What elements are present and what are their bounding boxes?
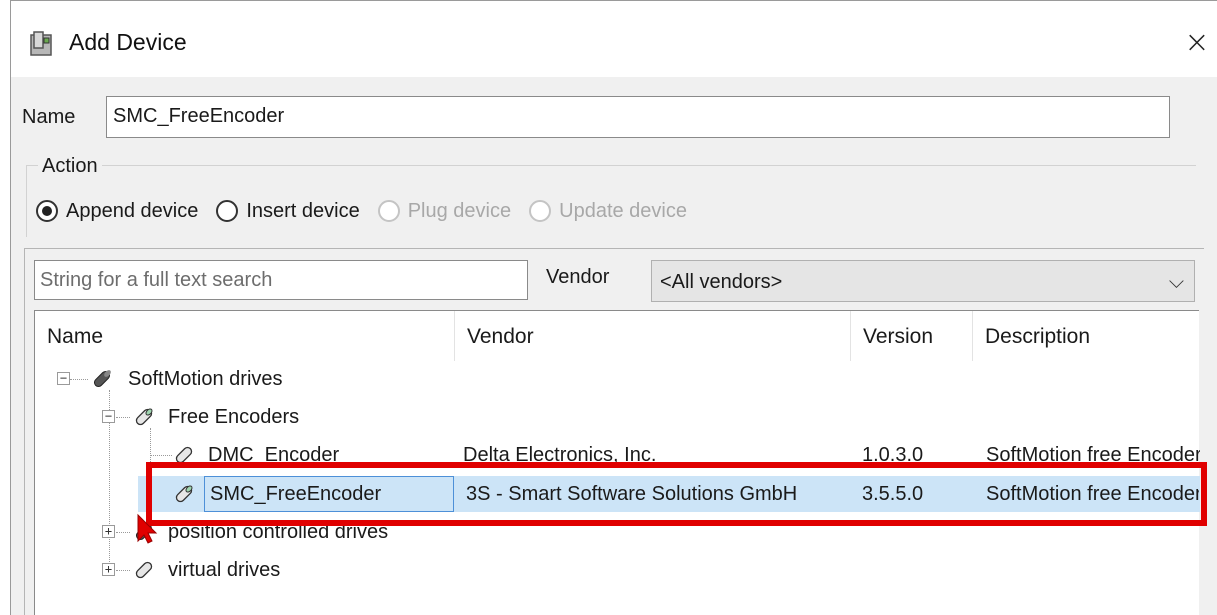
- window-title: Add Device: [69, 29, 187, 55]
- version-cell: 1.0.3.0: [862, 444, 924, 462]
- highlight-annotation: [146, 462, 1207, 526]
- radio-label: Insert device: [246, 199, 360, 222]
- tree-item-dmc-encoder[interactable]: DMC_Encoder Delta Electronics, Inc. 1.0.…: [0, 440, 1200, 462]
- radio-append-device[interactable]: Append device: [36, 200, 198, 223]
- tree-line: [116, 417, 130, 418]
- drive-icon: [135, 561, 153, 579]
- radio-button: [377, 200, 400, 222]
- encoder-icon: [135, 408, 153, 426]
- title-bar: Add Device ×: [11, 1, 1217, 77]
- vendor-select[interactable]: <All vendors> ⌵: [651, 260, 1195, 302]
- collapse-icon[interactable]: −: [57, 372, 70, 385]
- expand-icon[interactable]: +: [102, 525, 115, 538]
- radio-button: [529, 200, 552, 222]
- tree-item-label: virtual drives: [168, 559, 281, 581]
- radio-update-device: Update device: [529, 200, 687, 223]
- radio-label: Plug device: [407, 199, 512, 222]
- collapse-icon[interactable]: −: [102, 410, 115, 423]
- radio-button[interactable]: [36, 200, 58, 222]
- name-label: Name: [22, 106, 76, 128]
- radio-insert-device[interactable]: Insert device: [216, 199, 360, 223]
- column-header-version[interactable]: Version: [851, 311, 973, 361]
- expand-icon[interactable]: +: [102, 563, 115, 576]
- tree-item-label: SoftMotion drives: [128, 368, 283, 390]
- radio-label: Append device: [66, 199, 199, 222]
- vendor-cell: Delta Electronics, Inc.: [463, 444, 657, 462]
- name-input[interactable]: SMC_FreeEncoder: [106, 96, 1170, 138]
- search-input[interactable]: String for a full text search: [34, 260, 528, 300]
- action-radio-group: Append device Insert device Plug device …: [36, 196, 705, 226]
- add-device-icon: [30, 31, 52, 56]
- column-header-description[interactable]: Description: [973, 311, 1200, 361]
- tree-line: [70, 379, 88, 380]
- tree-line: [116, 532, 130, 533]
- tree-item-label: DMC_Encoder: [208, 444, 340, 462]
- column-header-name[interactable]: Name: [35, 311, 455, 361]
- column-header-vendor[interactable]: Vendor: [455, 311, 851, 361]
- chevron-down-icon[interactable]: ⌵: [1169, 269, 1184, 293]
- drive-icon: [93, 370, 111, 388]
- vendor-label: Vendor: [546, 266, 610, 288]
- tree-line: [116, 570, 130, 571]
- tree-item-label: Free Encoders: [168, 406, 300, 428]
- close-icon[interactable]: ×: [1177, 23, 1217, 63]
- vendor-selected-value: <All vendors>: [660, 271, 783, 293]
- encoder-icon: [175, 446, 193, 462]
- pointer-arrow-icon: [137, 513, 158, 544]
- radio-plug-device: Plug device: [377, 199, 512, 223]
- action-label: Action: [38, 155, 102, 178]
- radio-label: Update device: [559, 199, 687, 222]
- radio-button[interactable]: [216, 200, 239, 222]
- description-cell: SoftMotion free Encoder: [986, 444, 1200, 462]
